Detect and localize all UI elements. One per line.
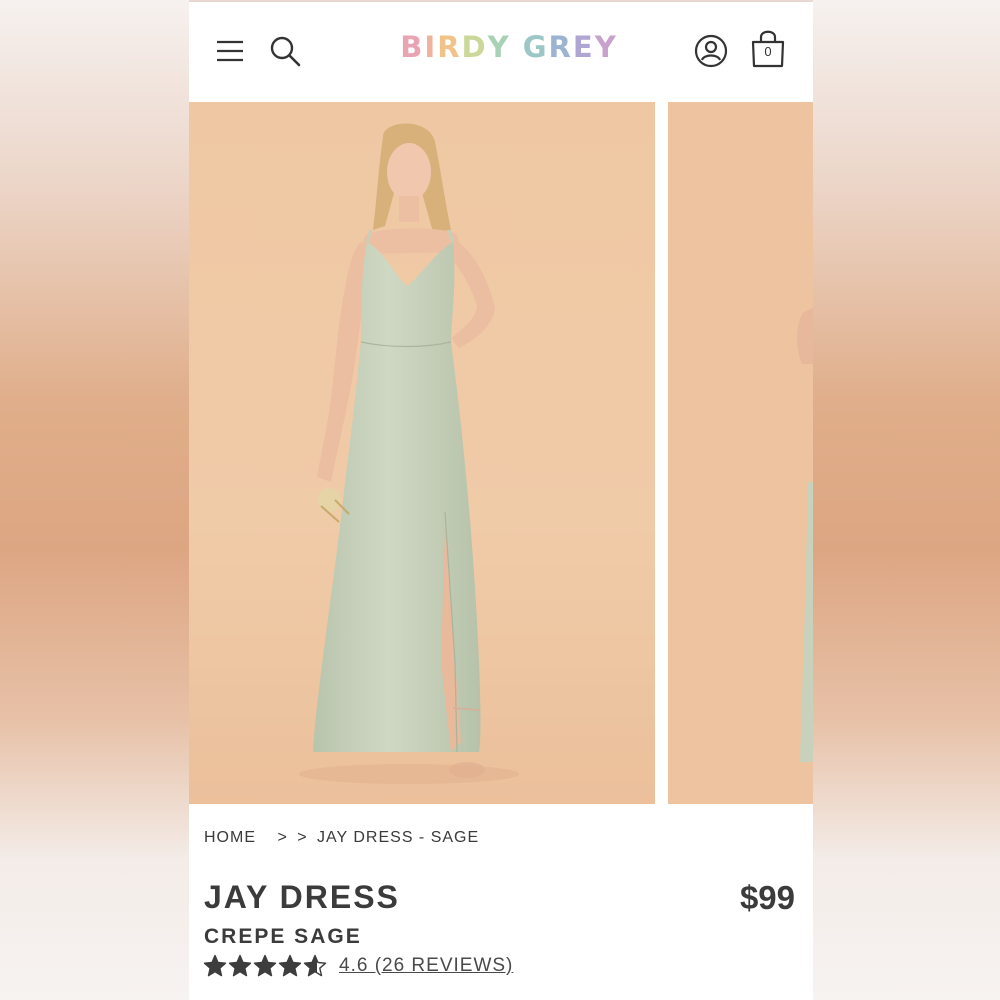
- product-price: $99: [739, 879, 795, 916]
- logo-letter: B: [400, 30, 425, 64]
- product-photo-next[interactable]: [668, 102, 813, 804]
- product-rating: 4.6 (26 REVIEWS): [203, 954, 513, 978]
- logo-letter: D: [461, 30, 488, 64]
- logo-letter: G: [522, 30, 549, 64]
- star-icon: [278, 954, 302, 977]
- reviews-link[interactable]: 4.6 (26 REVIEWS): [339, 955, 513, 977]
- search-icon[interactable]: [267, 33, 303, 69]
- logo-letter: R: [548, 30, 573, 64]
- mobile-page: BIRDY GREY 0 HOME > > JAY DRESS - SAGE J…: [189, 0, 813, 1000]
- rating-stars: [203, 954, 327, 978]
- breadcrumb-separator: >: [277, 829, 288, 846]
- menu-icon[interactable]: [213, 34, 247, 68]
- product-title: JAY DRESS: [204, 879, 400, 915]
- breadcrumb-home-link[interactable]: HOME: [204, 829, 256, 846]
- star-icon: [303, 954, 327, 977]
- brand-logo[interactable]: BIRDY GREY: [359, 30, 659, 64]
- cart-count-badge: 0: [764, 44, 772, 59]
- product-variant: CREPE SAGE: [204, 925, 362, 948]
- logo-letter: R: [437, 30, 462, 64]
- logo-letter: I: [424, 30, 438, 64]
- breadcrumb-current: JAY DRESS - SAGE: [317, 829, 480, 846]
- star-icon: [228, 954, 252, 977]
- shopping-bag-icon[interactable]: 0: [749, 28, 787, 70]
- breadcrumb: HOME > > JAY DRESS - SAGE: [204, 829, 483, 847]
- site-header: BIRDY GREY 0: [189, 0, 813, 101]
- logo-letter: Y: [487, 30, 511, 64]
- logo-letter: [511, 30, 523, 64]
- product-image-carousel[interactable]: [189, 102, 813, 804]
- logo-letter: E: [572, 30, 595, 64]
- product-photo-main[interactable]: [189, 102, 655, 804]
- star-icon: [203, 954, 227, 977]
- breadcrumb-separator: >: [297, 829, 308, 846]
- account-icon[interactable]: [693, 33, 729, 69]
- logo-letter: Y: [594, 30, 618, 64]
- star-icon: [253, 954, 277, 977]
